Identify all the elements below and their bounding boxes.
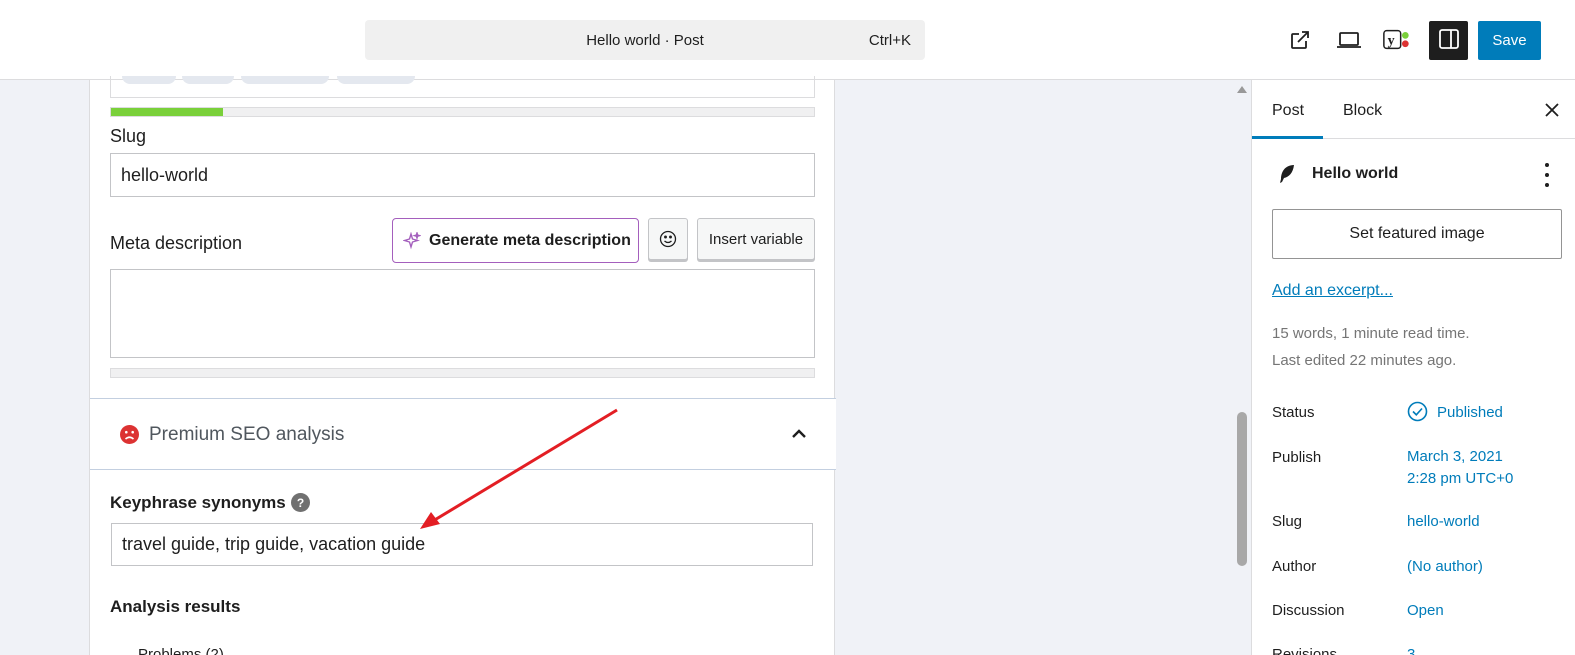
smiley-icon bbox=[659, 230, 677, 248]
desktop-preview-icon[interactable] bbox=[1335, 26, 1363, 54]
discussion-value[interactable]: Open bbox=[1407, 602, 1444, 619]
snippet-variable-pill[interactable] bbox=[122, 76, 176, 84]
active-tab-indicator bbox=[1252, 136, 1323, 139]
command-palette-bar[interactable]: Hello world · Post Ctrl+K bbox=[365, 20, 925, 60]
close-icon[interactable] bbox=[1542, 100, 1562, 120]
snippet-variable-pill[interactable] bbox=[241, 76, 329, 84]
document-title[interactable]: Hello world · Post bbox=[365, 32, 925, 49]
status-label: Status bbox=[1272, 404, 1315, 421]
publish-time[interactable]: 2:28 pm UTC+0 bbox=[1407, 470, 1513, 487]
post-title[interactable]: Hello world bbox=[1312, 165, 1398, 183]
editor-header: Hello world · Post Ctrl+K y Save bbox=[0, 0, 1575, 80]
word-stats: 15 words, 1 minute read time. bbox=[1272, 325, 1470, 342]
publish-date[interactable]: March 3, 2021 bbox=[1407, 448, 1503, 465]
more-options-icon[interactable] bbox=[1541, 163, 1553, 187]
title-length-progress bbox=[110, 107, 815, 117]
revisions-value[interactable]: 3 bbox=[1407, 646, 1415, 655]
premium-seo-analysis-label: Premium SEO analysis bbox=[149, 424, 345, 445]
editor-scrollbar[interactable] bbox=[1233, 80, 1251, 655]
last-edited: Last edited 22 minutes ago. bbox=[1272, 352, 1457, 369]
external-link-icon[interactable] bbox=[1286, 26, 1314, 54]
meta-description-label: Meta description bbox=[110, 233, 243, 253]
slug-row-value[interactable]: hello-world bbox=[1407, 513, 1480, 530]
keyphrase-synonyms-value: travel guide, trip guide, vacation guide bbox=[122, 534, 426, 554]
command-shortcut: Ctrl+K bbox=[868, 32, 911, 49]
problems-item[interactable]: Problems (2) bbox=[138, 646, 224, 655]
meta-length-progress bbox=[110, 368, 815, 378]
slug-label: Slug bbox=[110, 126, 147, 146]
settings-sidebar-toggle[interactable] bbox=[1429, 21, 1468, 60]
premium-seo-analysis-header[interactable]: Premium SEO analysis bbox=[90, 398, 836, 470]
author-label: Author bbox=[1272, 558, 1317, 575]
post-feather-icon bbox=[1277, 163, 1297, 185]
sad-face-icon bbox=[120, 425, 139, 444]
keyphrase-synonyms-label: Keyphrase synonyms bbox=[110, 493, 286, 512]
yoast-icon[interactable]: y bbox=[1382, 26, 1410, 54]
status-value[interactable]: Published bbox=[1437, 404, 1503, 421]
generate-meta-description-label: Generate meta description bbox=[429, 231, 631, 249]
save-button[interactable]: Save bbox=[1478, 21, 1541, 60]
slug-input[interactable]: hello-world bbox=[110, 153, 815, 197]
set-featured-image-button[interactable]: Set featured image bbox=[1272, 209, 1562, 259]
author-value[interactable]: (No author) bbox=[1407, 558, 1483, 575]
scroll-up-arrow[interactable] bbox=[1237, 86, 1247, 93]
tab-post[interactable]: Post bbox=[1272, 102, 1304, 120]
sidebar-tabs: Post Block bbox=[1252, 80, 1575, 139]
insert-variable-button[interactable]: Insert variable bbox=[697, 218, 815, 260]
generate-meta-description-button[interactable]: Generate meta description bbox=[392, 218, 639, 263]
add-excerpt-link[interactable]: Add an excerpt... bbox=[1272, 282, 1393, 300]
yoast-seo-panel: Slug hello-world Meta description Genera… bbox=[89, 76, 836, 655]
revisions-label: Revisions bbox=[1272, 646, 1338, 655]
settings-sidebar-icon bbox=[1438, 28, 1460, 54]
scroll-thumb[interactable] bbox=[1237, 412, 1247, 566]
discussion-label: Discussion bbox=[1272, 602, 1345, 619]
snippet-variable-pill[interactable] bbox=[337, 76, 415, 84]
publish-label: Publish bbox=[1272, 449, 1322, 466]
snippet-variable-pill[interactable] bbox=[182, 76, 234, 84]
slug-row-label: Slug bbox=[1272, 513, 1303, 530]
analysis-results-heading: Analysis results bbox=[110, 597, 241, 616]
chevron-up-icon[interactable] bbox=[791, 427, 807, 439]
snippet-variable-box[interactable] bbox=[110, 76, 815, 98]
help-icon[interactable]: ? bbox=[291, 493, 310, 512]
emoji-picker-button[interactable] bbox=[648, 218, 688, 260]
meta-description-input[interactable] bbox=[110, 269, 815, 358]
published-check-icon bbox=[1407, 401, 1428, 422]
svg-text:y: y bbox=[1388, 34, 1395, 49]
slug-input-value: hello-world bbox=[121, 164, 209, 185]
keyphrase-synonyms-input[interactable]: travel guide, trip guide, vacation guide bbox=[111, 523, 813, 566]
tab-block[interactable]: Block bbox=[1343, 102, 1382, 120]
progress-fill bbox=[111, 108, 224, 116]
sparkles-icon bbox=[403, 231, 421, 250]
